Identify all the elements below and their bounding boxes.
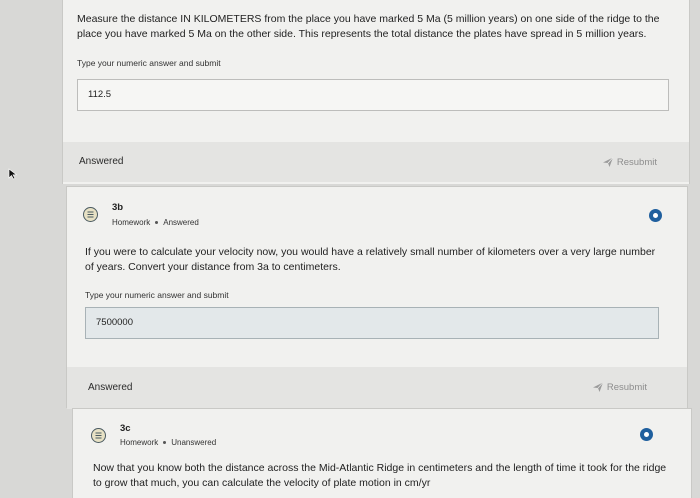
answer-field[interactable]: 7500000	[85, 307, 659, 339]
meta-separator	[155, 221, 159, 224]
question-title: 3c	[120, 423, 131, 434]
resubmit-label: Resubmit	[606, 381, 647, 393]
list-icon	[83, 207, 98, 222]
resubmit-button[interactable]: Resubmit	[592, 381, 647, 393]
question-meta: Homework Answered	[112, 218, 199, 227]
question-type: Homework	[112, 218, 151, 227]
question-card-3b: 3b Homework Answered If you were to calc…	[66, 186, 688, 409]
question-card-3c: 3c Homework Unanswered Now that you know…	[72, 408, 692, 498]
answered-bar: Answered Resubmit	[67, 367, 687, 409]
question-meta: Homework Unanswered	[120, 438, 216, 447]
answer-hint: Type your numeric answer and submit	[77, 58, 221, 68]
resubmit-label: Resubmit	[616, 156, 657, 168]
answered-label: Answered	[88, 382, 133, 393]
question-type: Homework	[120, 438, 159, 447]
meta-separator	[163, 441, 167, 444]
answered-bar: Answered Resubmit	[63, 142, 689, 182]
question-status: Answered	[163, 218, 199, 227]
question-text: If you were to calculate your velocity n…	[85, 246, 656, 273]
question-text: Now that you know both the distance acro…	[93, 462, 667, 489]
send-icon	[602, 157, 614, 167]
question-status: Unanswered	[171, 438, 217, 447]
status-ring-icon[interactable]	[640, 428, 653, 441]
answer-field[interactable]: 112.5	[77, 79, 669, 111]
question-title: 3b	[112, 202, 124, 213]
mouse-cursor-icon	[8, 168, 18, 180]
answered-label: Answered	[79, 156, 124, 167]
question-text: Measure the distance IN KILOMETERS from …	[77, 13, 660, 40]
question-card-3a: Measure the distance IN KILOMETERS from …	[62, 0, 690, 184]
answer-hint: Type your numeric answer and submit	[85, 290, 229, 300]
send-icon	[592, 382, 604, 392]
list-icon	[91, 428, 106, 443]
resubmit-button[interactable]: Resubmit	[602, 156, 657, 168]
status-ring-icon[interactable]	[649, 209, 662, 222]
